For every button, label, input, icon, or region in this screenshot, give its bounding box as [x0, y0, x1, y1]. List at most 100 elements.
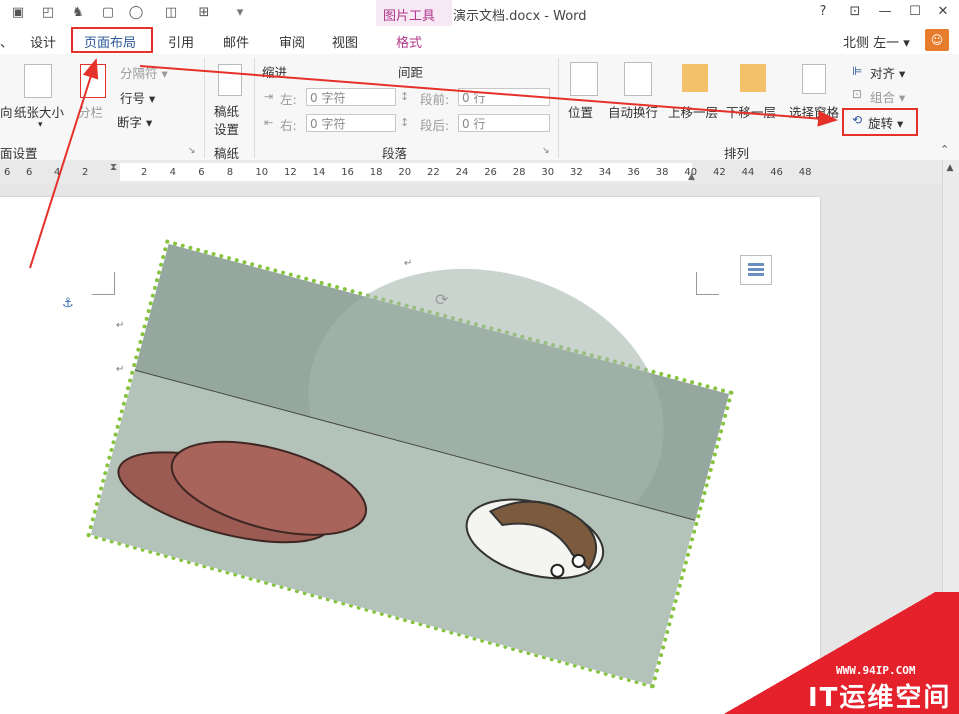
rotate-button[interactable]: 旋转 ▾ — [868, 113, 903, 132]
paper-size-icon[interactable] — [24, 64, 52, 98]
manuscript-icon[interactable] — [218, 64, 242, 96]
indent-header: 缩进 — [262, 65, 288, 80]
minimize-button[interactable]: — — [876, 4, 894, 20]
new-document-icon[interactable]: ▢ — [100, 4, 116, 20]
picture-tools-title: 图片工具 — [383, 9, 436, 24]
group-separator — [558, 58, 559, 158]
customize-quick-access-icon[interactable]: ▾ — [232, 4, 248, 20]
tab-design[interactable]: 设计 — [30, 32, 56, 51]
paper-size-button[interactable]: 纸张大小 — [14, 102, 64, 121]
collapse-ribbon-icon[interactable]: ⌃ — [940, 143, 949, 156]
document-title: 演示文档.docx - Word — [453, 9, 587, 24]
ruler-tick: 26 — [484, 167, 497, 178]
selection-pane-button[interactable]: 选择窗格 — [789, 102, 839, 121]
ruler-tick: 32 — [570, 167, 583, 178]
spacing-after-input[interactable]: 0 行 — [458, 114, 550, 132]
orientation-button[interactable]: 向 — [0, 102, 13, 121]
indent-left-input[interactable]: 0 字符 — [306, 88, 396, 106]
print-preview-icon[interactable]: ◰ — [40, 4, 56, 20]
spacing-header: 间距 — [398, 65, 424, 80]
scroll-up-icon[interactable]: ▲ — [944, 163, 956, 175]
table-icon[interactable]: ⊞ — [196, 4, 212, 20]
send-backward-button[interactable]: 下移一层 — [726, 102, 776, 121]
watermark-name: IT运维空间 — [808, 683, 952, 713]
ruler-tick: 6 — [4, 167, 11, 178]
ruler-tick: 30 — [541, 167, 555, 178]
manuscript-button-line1[interactable]: 稿纸 — [214, 101, 239, 120]
ruler-tick: 36 — [627, 167, 640, 178]
breaks-button[interactable]: 分隔符 ▾ — [120, 63, 168, 82]
tab-partial[interactable]: 、 — [0, 32, 13, 51]
tab-mailings[interactable]: 邮件 — [223, 32, 249, 51]
tab-page-layout[interactable]: 页面布局 — [84, 32, 136, 51]
position-icon[interactable] — [570, 62, 598, 96]
indent-left-label: 左: — [280, 92, 297, 107]
layout-options-icon[interactable] — [740, 255, 772, 285]
group-separator — [254, 58, 255, 158]
watermark-url: WWW.94IP.COM — [836, 664, 916, 677]
ruler-tick: 2 — [82, 167, 89, 178]
ruler-tick: 10 — [255, 167, 269, 178]
spacing-before-input[interactable]: 0 行 — [458, 88, 550, 106]
ruler-tick: 20 — [398, 167, 412, 178]
columns-icon[interactable] — [80, 64, 106, 98]
group-icon[interactable]: ⊡ — [852, 87, 862, 101]
wrap-text-icon[interactable] — [624, 62, 652, 96]
ruler-tick: 4 — [169, 167, 176, 178]
page-setup-launcher-icon[interactable]: ↘ — [188, 146, 196, 156]
restore-button[interactable]: ☐ — [906, 4, 924, 20]
bring-forward-icon[interactable] — [682, 64, 708, 92]
indent-right-input[interactable]: 0 字符 — [306, 114, 396, 132]
align-icon[interactable]: ⊫ — [852, 64, 862, 78]
spacing-before-label: 段前: — [420, 92, 450, 107]
find-icon[interactable]: ♞ — [70, 4, 86, 20]
ruler-tick: 14 — [312, 167, 326, 178]
group-button[interactable]: 组合 ▾ — [870, 87, 905, 106]
line-numbers-button[interactable]: 行号 ▾ — [120, 88, 155, 107]
ruler-tick: 44 — [741, 167, 755, 178]
group-separator — [204, 58, 205, 158]
paragraph-mark: ↵ — [116, 320, 125, 331]
indent-marker-icon[interactable]: ⧗ — [110, 162, 117, 173]
paragraph-launcher-icon[interactable]: ↘ — [542, 146, 550, 156]
columns-button[interactable]: 分栏 — [78, 102, 103, 121]
ruler-tick: 12 — [284, 167, 297, 178]
ruler-tick: 42 — [713, 167, 726, 178]
right-indent-marker-icon[interactable]: ▲ — [688, 172, 695, 182]
paragraph-mark: ↵ — [404, 258, 413, 269]
close-button[interactable]: ✕ — [934, 4, 952, 20]
user-account[interactable]: 北侧 左一 ▾ — [843, 32, 910, 51]
ribbon-display-button[interactable]: ⊡ — [846, 4, 864, 20]
ruler-tick: 34 — [598, 167, 612, 178]
hyphenation-button[interactable]: 断字 ▾ — [117, 112, 152, 131]
shapes-icon[interactable]: ◫ — [163, 4, 179, 20]
anchor-icon: ⚓ — [62, 296, 74, 311]
position-button[interactable]: 位置 — [568, 102, 593, 121]
tab-format[interactable]: 格式 — [396, 32, 422, 51]
rotate-handle-icon[interactable]: ⟳ — [435, 290, 448, 309]
align-button[interactable]: 对齐 ▾ — [870, 63, 905, 82]
ruler-tick: 16 — [341, 167, 354, 178]
ruler-tick: 22 — [427, 167, 440, 178]
send-backward-icon[interactable] — [740, 64, 766, 92]
selection-pane-icon[interactable] — [802, 64, 826, 94]
rotate-icon[interactable]: ⟲ — [852, 113, 862, 127]
ruler-tick: 24 — [455, 167, 469, 178]
tab-review[interactable]: 审阅 — [279, 32, 305, 51]
record-icon[interactable]: ◯ — [128, 4, 144, 20]
spacing-before-icon: ↕ — [400, 90, 410, 103]
spacing-after-icon: ↕ — [400, 116, 410, 129]
margin-corner-right — [696, 272, 719, 295]
help-button[interactable]: ? — [814, 4, 832, 20]
paper-size-dropdown-icon[interactable]: ▾ — [38, 120, 43, 130]
avatar[interactable]: ☺ — [925, 29, 949, 51]
indent-right-icon: ⇤ — [264, 116, 274, 129]
tab-view[interactable]: 视图 — [332, 32, 358, 51]
wrap-text-button[interactable]: 自动换行 — [608, 102, 658, 121]
tab-references[interactable]: 引用 — [168, 32, 194, 51]
save-icon[interactable]: ▣ — [10, 4, 26, 20]
manuscript-button-line2[interactable]: 设置 — [214, 119, 239, 138]
ruler-tick: 18 — [369, 167, 383, 178]
bring-forward-button[interactable]: 上移一层 — [668, 102, 718, 121]
ruler-tick: 6 — [26, 167, 33, 178]
